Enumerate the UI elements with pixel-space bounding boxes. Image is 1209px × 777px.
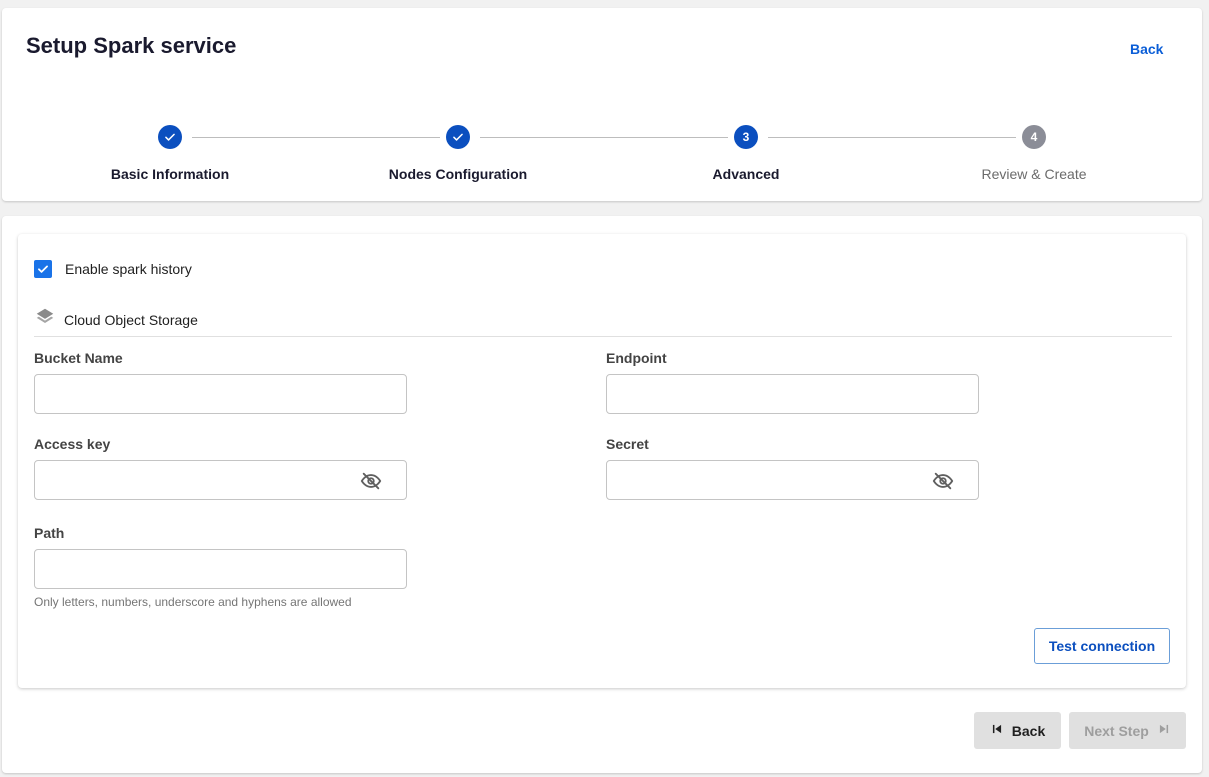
stepper: 3 4 Basic Information Nodes Configuratio… [2,116,1202,186]
enable-history-label: Enable spark history [65,261,192,277]
enable-history-checkbox[interactable] [34,260,52,278]
step-3-number: 3 [734,125,758,149]
header-card: Setup Spark service Back 3 4 Basic Infor… [2,8,1202,201]
bucket-name-field[interactable] [34,374,407,414]
visibility-off-icon[interactable] [360,470,382,492]
step-4-number: 4 [1022,125,1046,149]
storage-form-card: Enable spark history Cloud Object Storag… [18,234,1186,688]
step-4-label: Review & Create [981,166,1087,182]
access-key-field[interactable] [34,460,407,500]
section-header: Cloud Object Storage [34,306,198,333]
access-key-input[interactable] [35,461,406,499]
endpoint-input[interactable] [607,375,978,413]
step-connector [480,137,728,138]
back-button-label: Back [1011,722,1046,739]
layers-icon [34,306,56,333]
back-button[interactable]: Back [974,712,1061,749]
header-back-link[interactable]: Back [1130,41,1163,57]
bucket-name-input[interactable] [35,375,406,413]
visibility-off-icon[interactable] [932,470,954,492]
endpoint-label: Endpoint [606,350,667,366]
step-connector [768,137,1016,138]
enable-history-row: Enable spark history [34,260,192,278]
endpoint-field[interactable] [606,374,979,414]
skip-previous-icon [990,722,1012,739]
secret-field[interactable] [606,460,979,500]
next-step-label: Next Step [1084,722,1149,739]
step-2-label: Nodes Configuration [388,166,528,182]
step-connector [192,137,440,138]
step-2-check-icon [446,125,470,149]
step-1-check-icon [158,125,182,149]
step-3-label: Advanced [712,166,780,182]
path-input[interactable] [35,550,406,588]
secret-label: Secret [606,436,649,452]
path-field[interactable] [34,549,407,589]
secret-input[interactable] [607,461,978,499]
bucket-name-label: Bucket Name [34,350,123,366]
content-card: Enable spark history Cloud Object Storag… [2,216,1202,773]
section-divider [34,336,1172,337]
page-title: Setup Spark service [26,33,237,58]
access-key-label: Access key [34,436,111,452]
path-label: Path [34,525,65,541]
skip-next-icon [1149,722,1171,739]
step-1-label: Basic Information [110,166,230,182]
test-connection-button[interactable]: Test connection [1034,628,1170,664]
section-title: Cloud Object Storage [64,311,198,328]
path-helper-text: Only letters, numbers, underscore and hy… [34,595,352,609]
next-step-button[interactable]: Next Step [1069,712,1186,749]
